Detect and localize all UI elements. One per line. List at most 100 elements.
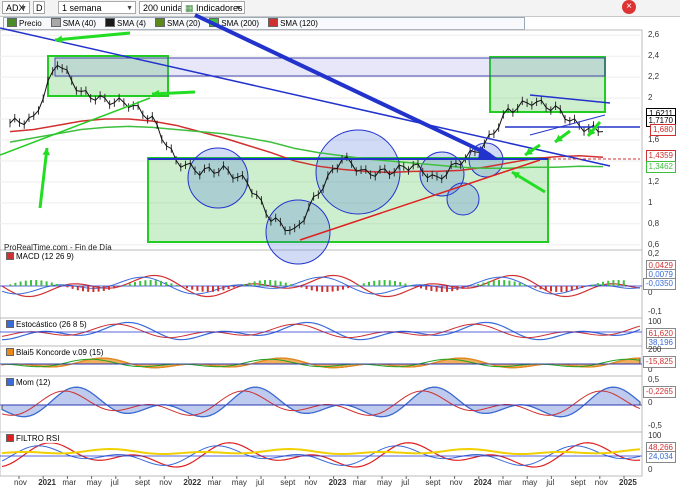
month-label: mar [207, 478, 222, 487]
macd-histogram-bar [498, 280, 500, 286]
indicator-tick-label: -0,5 [648, 421, 662, 430]
month-label: jul [110, 478, 119, 487]
price-tick-label: 0,6 [648, 239, 660, 249]
indicator-tick-label: 0 [648, 398, 653, 407]
indicator-tag: -15,825 [642, 356, 676, 368]
macd-histogram-bar [76, 286, 79, 291]
macd-histogram-bar [326, 286, 329, 292]
indicator-tick-label: 0,2 [648, 249, 660, 258]
macd-histogram-bar [477, 283, 480, 286]
macd-histogram-bar [518, 282, 521, 286]
macd-histogram-bar [388, 280, 391, 286]
macd-histogram-bar [175, 284, 178, 286]
price-tag: 1,680 [649, 124, 676, 136]
indicator-tick-label: 100 [648, 431, 662, 440]
macd-histogram-bar [503, 280, 506, 286]
macd-histogram-bar [534, 286, 537, 288]
macd-histogram-bar [222, 286, 225, 291]
month-label: jul [401, 478, 410, 487]
macd-histogram-bar [321, 286, 324, 292]
macd-histogram-bar [310, 286, 313, 291]
month-label: mar [62, 478, 77, 487]
indicator-swatch [6, 434, 14, 442]
macd-histogram-bar [305, 286, 308, 290]
macd-histogram-bar [30, 280, 32, 286]
macd-histogram-bar [607, 280, 610, 286]
month-label: sept [135, 478, 151, 487]
month-label: may [377, 478, 393, 487]
macd-histogram-bar [352, 286, 355, 287]
macd-histogram-bar [331, 286, 334, 292]
price-tick-label: 1,6 [648, 135, 660, 144]
macd-histogram-bar [409, 285, 412, 286]
year-label: 2025 [619, 478, 637, 487]
month-label: nov [449, 478, 463, 487]
macd-histogram-bar [66, 286, 69, 288]
indicator-title: Mom (12) [3, 378, 51, 387]
indicator-title-text: FILTRO RSI [16, 434, 60, 443]
macd-histogram-bar [404, 283, 407, 286]
macd-histogram-bar [524, 284, 526, 286]
macd-histogram-bar [243, 284, 246, 286]
indicator-pane [0, 431, 643, 477]
macd-histogram-bar [14, 282, 17, 286]
macd-histogram-bar [165, 281, 168, 286]
macd-histogram-bar [414, 286, 417, 287]
macd-histogram-bar [269, 280, 272, 286]
macd-histogram-bar [440, 286, 443, 292]
highlight-circle [265, 199, 331, 265]
indicator-swatch [6, 252, 14, 260]
price-tick-label: 2,6 [648, 30, 660, 40]
macd-histogram-bar [570, 286, 573, 291]
year-label: 2023 [328, 478, 347, 487]
macd-histogram-bar [596, 283, 599, 286]
macd-histogram-bar [378, 280, 381, 286]
price-tick-label: 1,2 [648, 176, 660, 186]
macd-histogram-bar [170, 283, 173, 286]
macd-histogram-bar [264, 280, 266, 286]
month-label: sept [280, 478, 296, 487]
indicator-swatch [6, 320, 14, 328]
indicator-tick-label: -0,1 [648, 307, 662, 316]
macd-histogram-bar [108, 286, 110, 290]
macd-histogram-bar [430, 286, 433, 291]
indicator-tag: -0,0350 [642, 278, 676, 290]
macd-histogram-bar [180, 286, 183, 287]
month-label: mar [498, 478, 512, 487]
macd-histogram-bar [560, 286, 563, 292]
macd-histogram-bar [357, 284, 360, 286]
indicator-title-text: Mom (12) [16, 378, 51, 387]
month-label: nov [304, 478, 318, 487]
indicator-swatch [6, 348, 14, 356]
macd-histogram-bar [87, 286, 90, 292]
macd-histogram-bar [461, 286, 464, 289]
macd-histogram-bar [342, 286, 344, 290]
macd-histogram-bar [425, 286, 428, 290]
indicator-tick-label: 0 [648, 465, 653, 474]
year-label: 2021 [38, 478, 56, 487]
macd-histogram-bar [368, 281, 370, 286]
macd-histogram-bar [456, 286, 459, 291]
month-label: nov [14, 478, 27, 487]
macd-histogram-bar [149, 280, 152, 286]
month-label: may [86, 478, 102, 487]
macd-histogram-bar [56, 283, 58, 286]
macd-histogram-bar [316, 286, 318, 292]
macd-histogram-bar [581, 286, 584, 288]
macd-histogram-bar [399, 282, 402, 286]
year-label: 2024 [473, 478, 492, 487]
macd-histogram-bar [446, 286, 448, 292]
macd-histogram-bar [92, 286, 95, 292]
macd-histogram-bar [82, 286, 84, 292]
macd-histogram-bar [217, 286, 220, 292]
macd-histogram-bar [284, 282, 287, 286]
month-label: sept [570, 478, 586, 487]
month-label: nov [594, 478, 608, 487]
macd-histogram-bar [24, 280, 27, 286]
macd-histogram-bar [35, 280, 38, 286]
indicator-title: FILTRO RSI [3, 434, 60, 443]
macd-histogram-bar [373, 280, 376, 286]
macd-histogram-bar [102, 286, 105, 291]
indicator-pane [0, 249, 643, 319]
macd-histogram-bar [212, 286, 214, 292]
